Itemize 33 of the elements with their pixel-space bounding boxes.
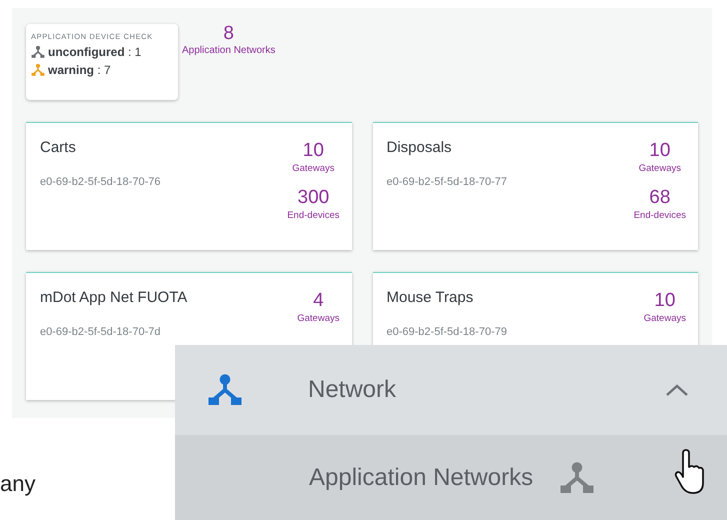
stat-label: Gateways	[638, 164, 681, 174]
summary-value: 8	[223, 24, 234, 43]
menu-item[interactable]: Application Networks	[175, 435, 727, 520]
stat-value: 10	[649, 141, 670, 160]
network-id: e0-69-b2-5f-5d-18-70-79	[386, 324, 507, 340]
network-icon	[31, 62, 45, 76]
network-id: e0-69-b2-5f-5d-18-70-7d	[40, 324, 162, 340]
network-icon	[31, 44, 45, 58]
status-count: unconfigured : 1	[48, 46, 142, 58]
status-count: warning : 7	[48, 64, 111, 76]
network-name: Carts	[40, 138, 77, 158]
network-id: e0-69-b2-5f-5d-18-70-77	[386, 174, 507, 190]
stat-value: 4	[313, 291, 324, 310]
network-icon	[559, 460, 596, 496]
network-name: mDot App Net FUOTA	[40, 288, 188, 308]
hand-cursor-icon	[673, 449, 707, 495]
stat-label: End-devices	[287, 210, 340, 220]
stat-value: 10	[302, 141, 324, 160]
network-id: e0-69-b2-5f-5d-18-70-76	[40, 174, 160, 190]
stat-label: Gateways	[292, 164, 334, 174]
stat-value: 300	[298, 188, 330, 206]
stat-label: End-devices	[634, 210, 686, 220]
network-card[interactable]: Carts e0-69-b2-5f-5d-18-70-76 10 Gateways 300 End-devices	[26, 122, 352, 250]
network-name: Disposals	[386, 138, 453, 158]
page-text: any	[0, 473, 36, 495]
network-icon	[207, 372, 243, 408]
network-name: Mouse Traps	[386, 288, 474, 308]
stat-value: 68	[649, 188, 670, 206]
summary-label: Application Networks	[182, 46, 276, 56]
stat-label: Gateways	[644, 314, 686, 324]
stat-label: Gateways	[297, 314, 340, 324]
stat-value: 10	[654, 291, 676, 310]
network-card[interactable]: Disposals e0-69-b2-5f-5d-18-70-77 10 Gateways 68 End-devices	[372, 122, 698, 250]
